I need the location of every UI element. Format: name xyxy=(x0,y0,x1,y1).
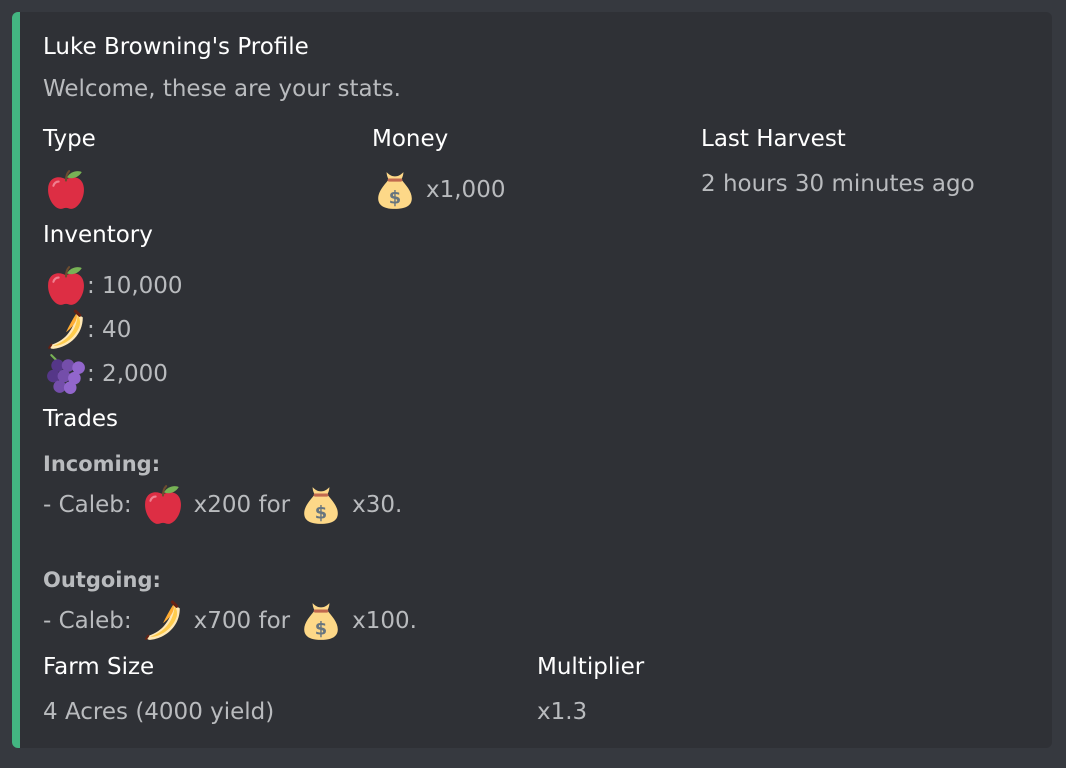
trades-incoming-heading: Incoming: xyxy=(43,452,161,476)
field-multiplier-value: x1.3 xyxy=(537,699,588,725)
field-last-harvest-value: 2 hours 30 minutes ago xyxy=(701,171,975,197)
apple-icon xyxy=(45,265,87,307)
apple-icon xyxy=(142,484,184,526)
trade-incoming-prefix: - Caleb: xyxy=(43,492,132,518)
field-trades-name: Trades xyxy=(43,406,118,432)
trades-outgoing-heading: Outgoing: xyxy=(43,568,161,592)
inventory-item-banana: : 40 xyxy=(45,309,131,351)
inventory-item-apple: : 10,000 xyxy=(45,265,183,307)
inventory-item-grapes: : 2,000 xyxy=(45,353,168,395)
trade-outgoing-get-amount: x100. xyxy=(352,608,417,634)
profile-embed: Luke Browning's Profile Welcome, these a… xyxy=(12,12,1052,748)
embed-title: Luke Browning's Profile xyxy=(43,34,309,60)
field-type-name: Type xyxy=(43,126,96,152)
grapes-icon xyxy=(45,353,87,395)
field-money-name: Money xyxy=(372,126,449,152)
money-bag-icon xyxy=(300,484,342,526)
inventory-apple-count: : 10,000 xyxy=(87,273,183,299)
field-multiplier-name: Multiplier xyxy=(537,654,645,680)
trade-outgoing-give-amount: x700 for xyxy=(193,608,291,634)
money-bag-icon xyxy=(374,169,416,211)
banana-icon xyxy=(142,600,184,642)
field-last-harvest-name: Last Harvest xyxy=(701,126,846,152)
field-farm-size-value: 4 Acres (4000 yield) xyxy=(43,699,275,725)
trade-outgoing-line: - Caleb: x700 for x100. xyxy=(43,600,417,642)
trade-incoming-line: - Caleb: x200 for x30. xyxy=(43,484,402,526)
money-amount: x1,000 xyxy=(426,177,506,203)
apple-icon xyxy=(45,169,87,211)
inventory-banana-count: : 40 xyxy=(87,317,132,343)
money-bag-icon xyxy=(300,600,342,642)
field-money-value: x1,000 xyxy=(374,169,505,211)
field-farm-size-name: Farm Size xyxy=(43,654,155,680)
trade-incoming-give-amount: x200 for xyxy=(193,492,291,518)
field-inventory-name: Inventory xyxy=(43,222,153,248)
inventory-grapes-count: : 2,000 xyxy=(87,361,168,387)
embed-description: Welcome, these are your stats. xyxy=(43,76,401,102)
trade-outgoing-prefix: - Caleb: xyxy=(43,608,132,634)
trade-incoming-get-amount: x30. xyxy=(352,492,403,518)
banana-icon xyxy=(45,309,87,351)
